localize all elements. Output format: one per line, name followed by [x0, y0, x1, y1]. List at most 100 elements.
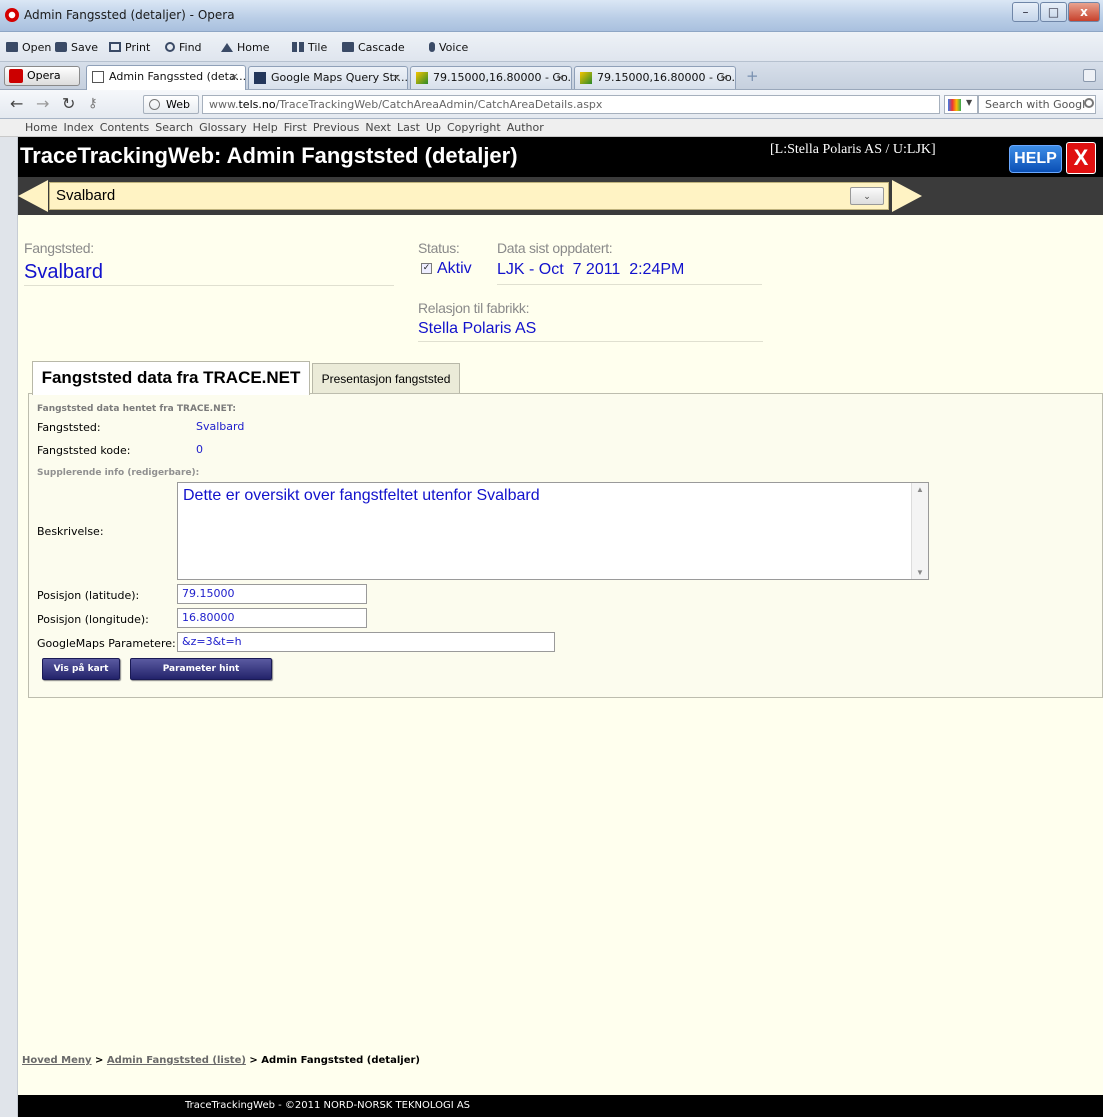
- breadcrumb-list-link[interactable]: Admin Fangststed (liste): [107, 1055, 246, 1066]
- home-icon: [221, 43, 233, 52]
- nav-link-next[interactable]: Next: [365, 121, 391, 134]
- search-icon[interactable]: [1084, 98, 1094, 108]
- fangststed-label: Fangststed:: [37, 421, 101, 434]
- url-prefix: www.: [209, 98, 239, 111]
- reload-icon[interactable]: ↻: [62, 96, 75, 112]
- dropdown-arrow-icon: ▼: [966, 98, 973, 107]
- window-close-button[interactable]: x: [1068, 2, 1100, 22]
- nav-link-first[interactable]: First: [284, 121, 307, 134]
- menu-open[interactable]: Open: [6, 41, 51, 54]
- tab-list-icon[interactable]: [1083, 69, 1096, 82]
- nav-link-previous[interactable]: Previous: [313, 121, 360, 134]
- menu-print[interactable]: Print: [109, 41, 150, 54]
- beskrivelse-textarea[interactable]: Dette er oversikt over fangstfeltet uten…: [177, 482, 929, 580]
- close-page-button[interactable]: X: [1066, 142, 1096, 174]
- url-input[interactable]: www.tels.no/TraceTrackingWeb/CatchAreaAd…: [202, 95, 940, 114]
- tab-close-icon[interactable]: ×: [556, 67, 565, 88]
- nav-link-search[interactable]: Search: [155, 121, 193, 134]
- menu-home-label: Home: [237, 41, 270, 54]
- browser-tab-google-maps-query[interactable]: Google Maps Query Str... ×: [248, 66, 408, 89]
- site-info-badge[interactable]: Web: [143, 95, 199, 114]
- browser-addressbar: ← → ↻ ⚷ Web www.tels.no/TraceTrackingWeb…: [0, 90, 1103, 119]
- search-engine-selector[interactable]: ▼: [944, 95, 978, 114]
- menu-find[interactable]: Find: [165, 41, 202, 54]
- menu-tile[interactable]: Tile: [292, 41, 327, 54]
- nav-link-help[interactable]: Help: [253, 121, 278, 134]
- tab-trace-net-data[interactable]: Fangststed data fra TRACE.NET: [32, 361, 310, 395]
- section-heading-trace: Fangststed data hentet fra TRACE.NET:: [37, 404, 237, 414]
- menu-print-label: Print: [125, 41, 151, 54]
- textarea-scrollbar[interactable]: ▲ ▼: [911, 483, 928, 579]
- site-info-label: Web: [166, 98, 190, 111]
- previous-record-arrow-icon[interactable]: [18, 180, 48, 212]
- nav-link-glossary[interactable]: Glossary: [199, 121, 247, 134]
- show-on-map-button[interactable]: Vis på kart: [42, 658, 120, 680]
- browser-tab-admin[interactable]: Admin Fangssted (deta... ×: [86, 65, 246, 90]
- longitude-label: Posisjon (longitude):: [37, 613, 149, 626]
- longitude-input[interactable]: 16.80000: [177, 608, 367, 628]
- browser-menubar: Open Save Print Find Home Tile Cascade V…: [0, 32, 1103, 62]
- catch-area-select-value: Svalbard: [56, 187, 116, 204]
- scroll-down-icon[interactable]: ▼: [916, 568, 924, 577]
- nav-link-home[interactable]: Home: [25, 121, 57, 134]
- tab-presentasjon[interactable]: Presentasjon fangststed: [312, 363, 460, 393]
- menu-find-label: Find: [179, 41, 202, 54]
- beskrivelse-label: Beskrivelse:: [37, 525, 104, 538]
- minimize-button[interactable]: –: [1012, 2, 1039, 22]
- opera-menu-button[interactable]: Opera: [4, 66, 80, 86]
- menu-voice[interactable]: Voice: [429, 41, 468, 54]
- forward-arrow-icon[interactable]: →: [36, 96, 49, 112]
- new-tab-button[interactable]: +: [746, 67, 759, 85]
- section-heading-supplerende: Supplerende info (redigerbare):: [37, 468, 200, 478]
- nav-link-up[interactable]: Up: [426, 121, 441, 134]
- breadcrumb-home-link[interactable]: Hoved Meny: [22, 1055, 92, 1066]
- back-arrow-icon[interactable]: ←: [10, 96, 23, 112]
- nav-link-last[interactable]: Last: [397, 121, 420, 134]
- fangststed-summary-label: Fangststed:: [24, 240, 94, 256]
- nav-link-author[interactable]: Author: [507, 121, 544, 134]
- status-label: Status:: [418, 240, 460, 256]
- maximize-button[interactable]: □: [1040, 2, 1067, 22]
- breadcrumb-current: Admin Fangststed (detaljer): [261, 1055, 420, 1066]
- help-button[interactable]: HELP: [1009, 145, 1062, 173]
- panel-strip: [0, 137, 18, 1117]
- tab-label: Admin Fangssted (deta...: [109, 70, 246, 83]
- window-titlebar: Admin Fangssted (detaljer) - Opera – □ x: [0, 0, 1103, 32]
- latitude-input[interactable]: 79.15000: [177, 584, 367, 604]
- browser-tab-maps-2[interactable]: 79.15000,16.80000 - Go... ×: [574, 66, 736, 89]
- user-info: [L:Stella Polaris AS / U:LJK]: [770, 142, 936, 157]
- googlemaps-label: GoogleMaps Parametere:: [37, 637, 176, 650]
- breadcrumb-separator: >: [95, 1055, 104, 1066]
- tab-close-icon[interactable]: ×: [720, 67, 729, 88]
- folder-icon: [6, 42, 18, 52]
- latitude-label: Posisjon (latitude):: [37, 589, 140, 602]
- cascade-icon: [342, 42, 354, 52]
- parameter-hint-button[interactable]: Parameter hint: [130, 658, 272, 680]
- next-record-arrow-icon[interactable]: [892, 180, 922, 212]
- beskrivelse-text: Dette er oversikt over fangstfeltet uten…: [183, 487, 540, 504]
- menu-save[interactable]: Save: [55, 41, 98, 54]
- status-value: Aktiv: [437, 260, 472, 277]
- chevron-down-icon[interactable]: ⌄: [850, 187, 884, 205]
- menu-home[interactable]: Home: [221, 41, 269, 54]
- tile-icon: [292, 42, 304, 52]
- search-input[interactable]: Search with Googl: [978, 95, 1096, 114]
- googlemaps-params-input[interactable]: &z=3&t=h: [177, 632, 555, 652]
- page-footer: TraceTrackingWeb - ©2011 NORD-NORSK TEKN…: [18, 1095, 1103, 1117]
- nav-link-copyright[interactable]: Copyright: [447, 121, 501, 134]
- scroll-up-icon[interactable]: ▲: [916, 485, 924, 494]
- nav-link-index[interactable]: Index: [63, 121, 93, 134]
- record-selector-bar: Svalbard ⌄: [18, 177, 1103, 215]
- tab-close-icon[interactable]: ×: [392, 67, 401, 88]
- status-checkbox[interactable]: ✓: [421, 263, 432, 274]
- relation-label: Relasjon til fabrikk:: [418, 300, 530, 316]
- browser-tab-maps-1[interactable]: 79.15000,16.80000 - Go... ×: [410, 66, 572, 89]
- menu-cascade[interactable]: Cascade: [342, 41, 405, 54]
- menu-tile-label: Tile: [308, 41, 328, 54]
- tab-close-icon[interactable]: ×: [230, 66, 239, 87]
- opera-menu-icon: [9, 69, 23, 83]
- relation-value: Stella Polaris AS: [418, 320, 537, 337]
- nav-link-contents[interactable]: Contents: [100, 121, 149, 134]
- catch-area-select[interactable]: Svalbard ⌄: [49, 182, 889, 210]
- key-icon[interactable]: ⚷: [88, 96, 98, 112]
